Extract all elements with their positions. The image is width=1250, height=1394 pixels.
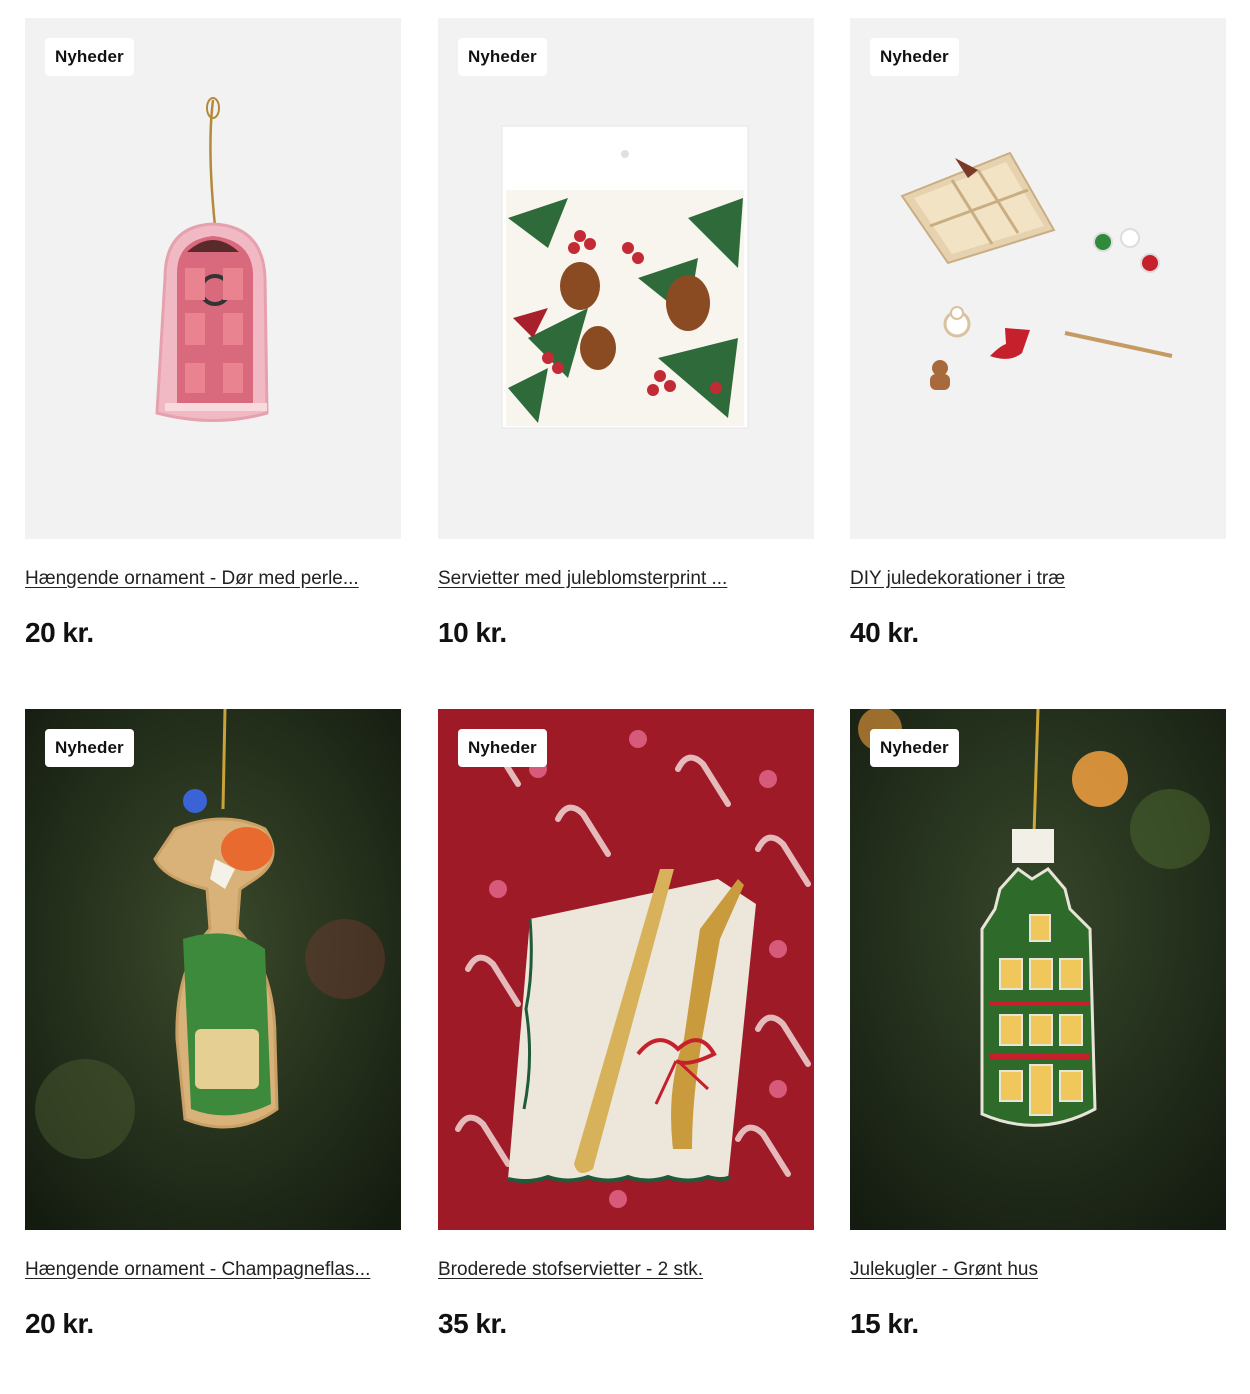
product-price: 15 kr. xyxy=(850,1308,919,1339)
new-badge: Nyheder xyxy=(45,729,134,767)
product-title-link[interactable]: Hængende ornament - Champagneflas... xyxy=(25,1258,401,1282)
ornament-champagne-bottle-image xyxy=(25,709,401,1230)
product-price: 10 kr. xyxy=(438,617,507,648)
product-card[interactable]: Nyheder Hængende ornament - Dør med perl… xyxy=(25,18,401,648)
napkins-christmas-floral-image xyxy=(438,18,814,539)
product-image[interactable]: Nyheder xyxy=(438,709,814,1230)
product-image[interactable]: Nyheder xyxy=(850,709,1226,1230)
product-title-link[interactable]: DIY juledekorationer i træ xyxy=(850,567,1226,591)
new-badge: Nyheder xyxy=(45,38,134,76)
ornament-pink-door-image xyxy=(25,18,401,539)
new-badge: Nyheder xyxy=(458,729,547,767)
product-card[interactable]: Nyheder DIY juledekorationer i træ 40 kr… xyxy=(850,18,1226,648)
product-title-link[interactable]: Hængende ornament - Dør med perle... xyxy=(25,567,401,591)
new-badge: Nyheder xyxy=(458,38,547,76)
product-price: 20 kr. xyxy=(25,617,94,648)
product-price: 35 kr. xyxy=(438,1308,507,1339)
product-image[interactable]: Nyheder xyxy=(438,18,814,539)
product-card[interactable]: Nyheder Hængende ornament - Champagnefla… xyxy=(25,709,401,1339)
ornament-green-house-image xyxy=(850,709,1226,1230)
product-price: 20 kr. xyxy=(25,1308,94,1339)
product-title-link[interactable]: Julekugler - Grønt hus xyxy=(850,1258,1226,1282)
product-image[interactable]: Nyheder xyxy=(25,18,401,539)
diy-wooden-decorations-image xyxy=(850,18,1226,539)
product-title-link[interactable]: Servietter med juleblomsterprint ... xyxy=(438,567,814,591)
product-price: 40 kr. xyxy=(850,617,919,648)
embroidered-napkins-cutlery-image xyxy=(438,709,814,1230)
product-title-link[interactable]: Broderede stofservietter - 2 stk. xyxy=(438,1258,814,1282)
new-badge: Nyheder xyxy=(870,38,959,76)
product-grid: Nyheder Hængende ornament - Dør med perl… xyxy=(0,0,1250,1394)
product-image[interactable]: Nyheder xyxy=(850,18,1226,539)
product-card[interactable]: Nyheder Servietter med juleblomsterprint… xyxy=(438,18,814,648)
product-card[interactable]: Nyheder Julekugler - Grønt hus 15 kr. xyxy=(850,709,1226,1339)
new-badge: Nyheder xyxy=(870,729,959,767)
product-image[interactable]: Nyheder xyxy=(25,709,401,1230)
product-card[interactable]: Nyheder Broderede stofservietter - 2 stk… xyxy=(438,709,814,1339)
